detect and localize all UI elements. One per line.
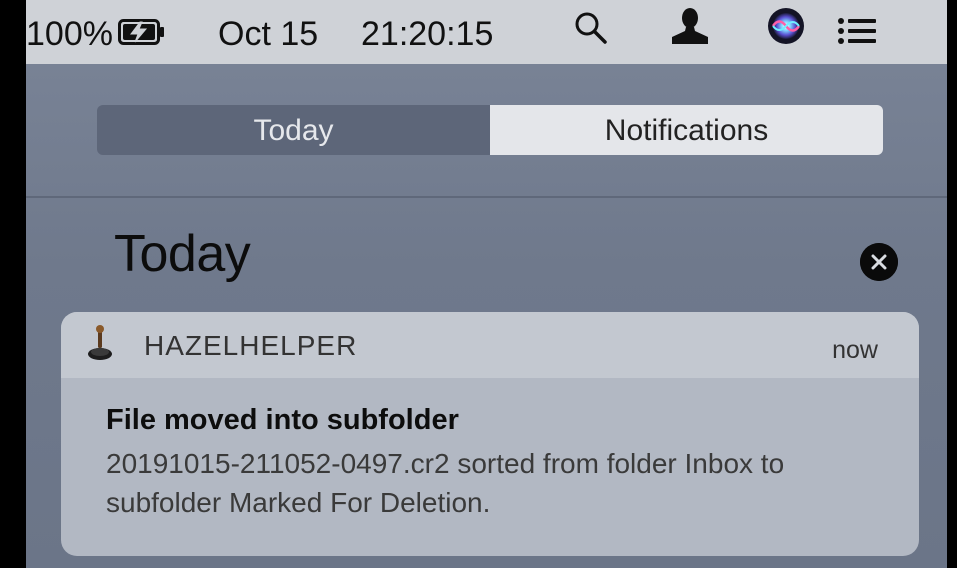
- notification-center-panel: Today Notifications Today HAZELHELPER no…: [26, 64, 947, 568]
- menubar-time[interactable]: 21:20:15: [361, 0, 493, 64]
- notification-card[interactable]: HAZELHELPER now File moved into subfolde…: [61, 312, 919, 556]
- menubar-date[interactable]: Oct 15: [218, 0, 318, 64]
- screen-edge: [947, 0, 957, 568]
- segmented-control: Today Notifications: [97, 105, 883, 155]
- notification-title: File moved into subfolder: [106, 404, 459, 436]
- notification-time: now: [832, 336, 878, 364]
- notification-center-icon[interactable]: [837, 0, 877, 64]
- search-icon[interactable]: [574, 0, 608, 64]
- battery-percent[interactable]: 100%: [26, 0, 113, 64]
- battery-charging-icon[interactable]: [118, 0, 166, 64]
- close-icon: [860, 243, 898, 281]
- divider: [26, 196, 947, 198]
- tab-today[interactable]: Today: [97, 105, 490, 155]
- notification-header: HAZELHELPER now: [61, 312, 919, 378]
- siri-icon[interactable]: [767, 0, 805, 64]
- notification-body: 20191015-211052-0497.cr2 sorted from fol…: [106, 448, 785, 518]
- tab-notifications[interactable]: Notifications: [490, 105, 883, 155]
- notification-app-name: HAZELHELPER: [144, 330, 358, 361]
- joystick-app-icon: [87, 324, 113, 364]
- menu-bar: 100% Oct 15 21:20:15: [26, 0, 957, 64]
- user-icon[interactable]: [670, 0, 710, 64]
- clear-button[interactable]: [860, 243, 898, 281]
- screen: 100% Oct 15 21:20:15 Today Notifications…: [0, 0, 957, 568]
- section-title: Today: [114, 225, 251, 283]
